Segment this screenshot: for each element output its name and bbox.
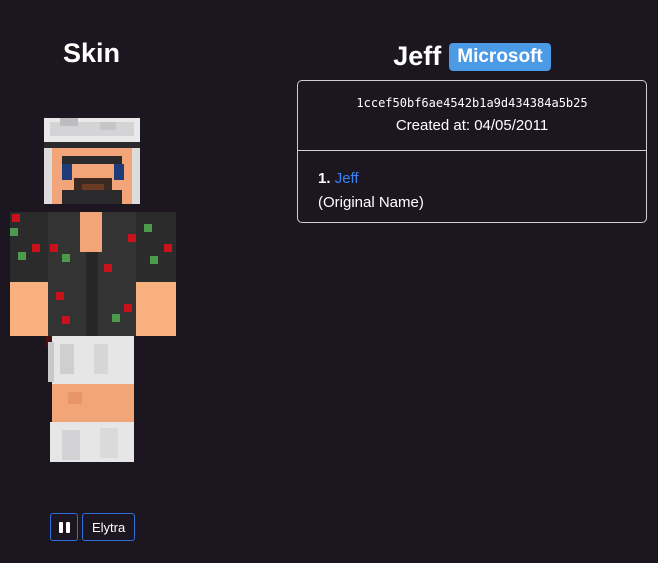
player-uuid[interactable]: 1ccef50bf6ae4542b1a9d434384a5b25 xyxy=(298,96,646,110)
created-date: Created at: 04/05/2011 xyxy=(395,117,549,134)
profile-card: 1ccef50bf6ae4542b1a9d434384a5b25 Created… xyxy=(297,80,647,223)
pause-button[interactable] xyxy=(50,513,78,541)
skin-3d-viewer[interactable] xyxy=(0,112,190,472)
name-history-list: 1. Jeff (Original Name) xyxy=(298,151,646,222)
history-note: (Original Name) xyxy=(318,194,424,211)
history-index: 1. xyxy=(318,170,331,187)
skin-render-image xyxy=(10,118,176,462)
account-type-badge: Microsoft xyxy=(449,42,551,71)
profile-card-header: 1ccef50bf6ae4542b1a9d434384a5b25 Created… xyxy=(298,81,646,151)
player-name: Jeff xyxy=(393,41,442,71)
profile-heading: Jeff Microsoft xyxy=(297,41,647,72)
history-name-link[interactable]: Jeff xyxy=(335,170,359,187)
skin-controls: Elytra xyxy=(50,513,136,541)
elytra-button[interactable]: Elytra xyxy=(82,513,136,541)
pause-icon xyxy=(58,521,70,533)
list-item: 1. Jeff xyxy=(318,167,626,191)
skin-title: Skin xyxy=(62,38,121,68)
